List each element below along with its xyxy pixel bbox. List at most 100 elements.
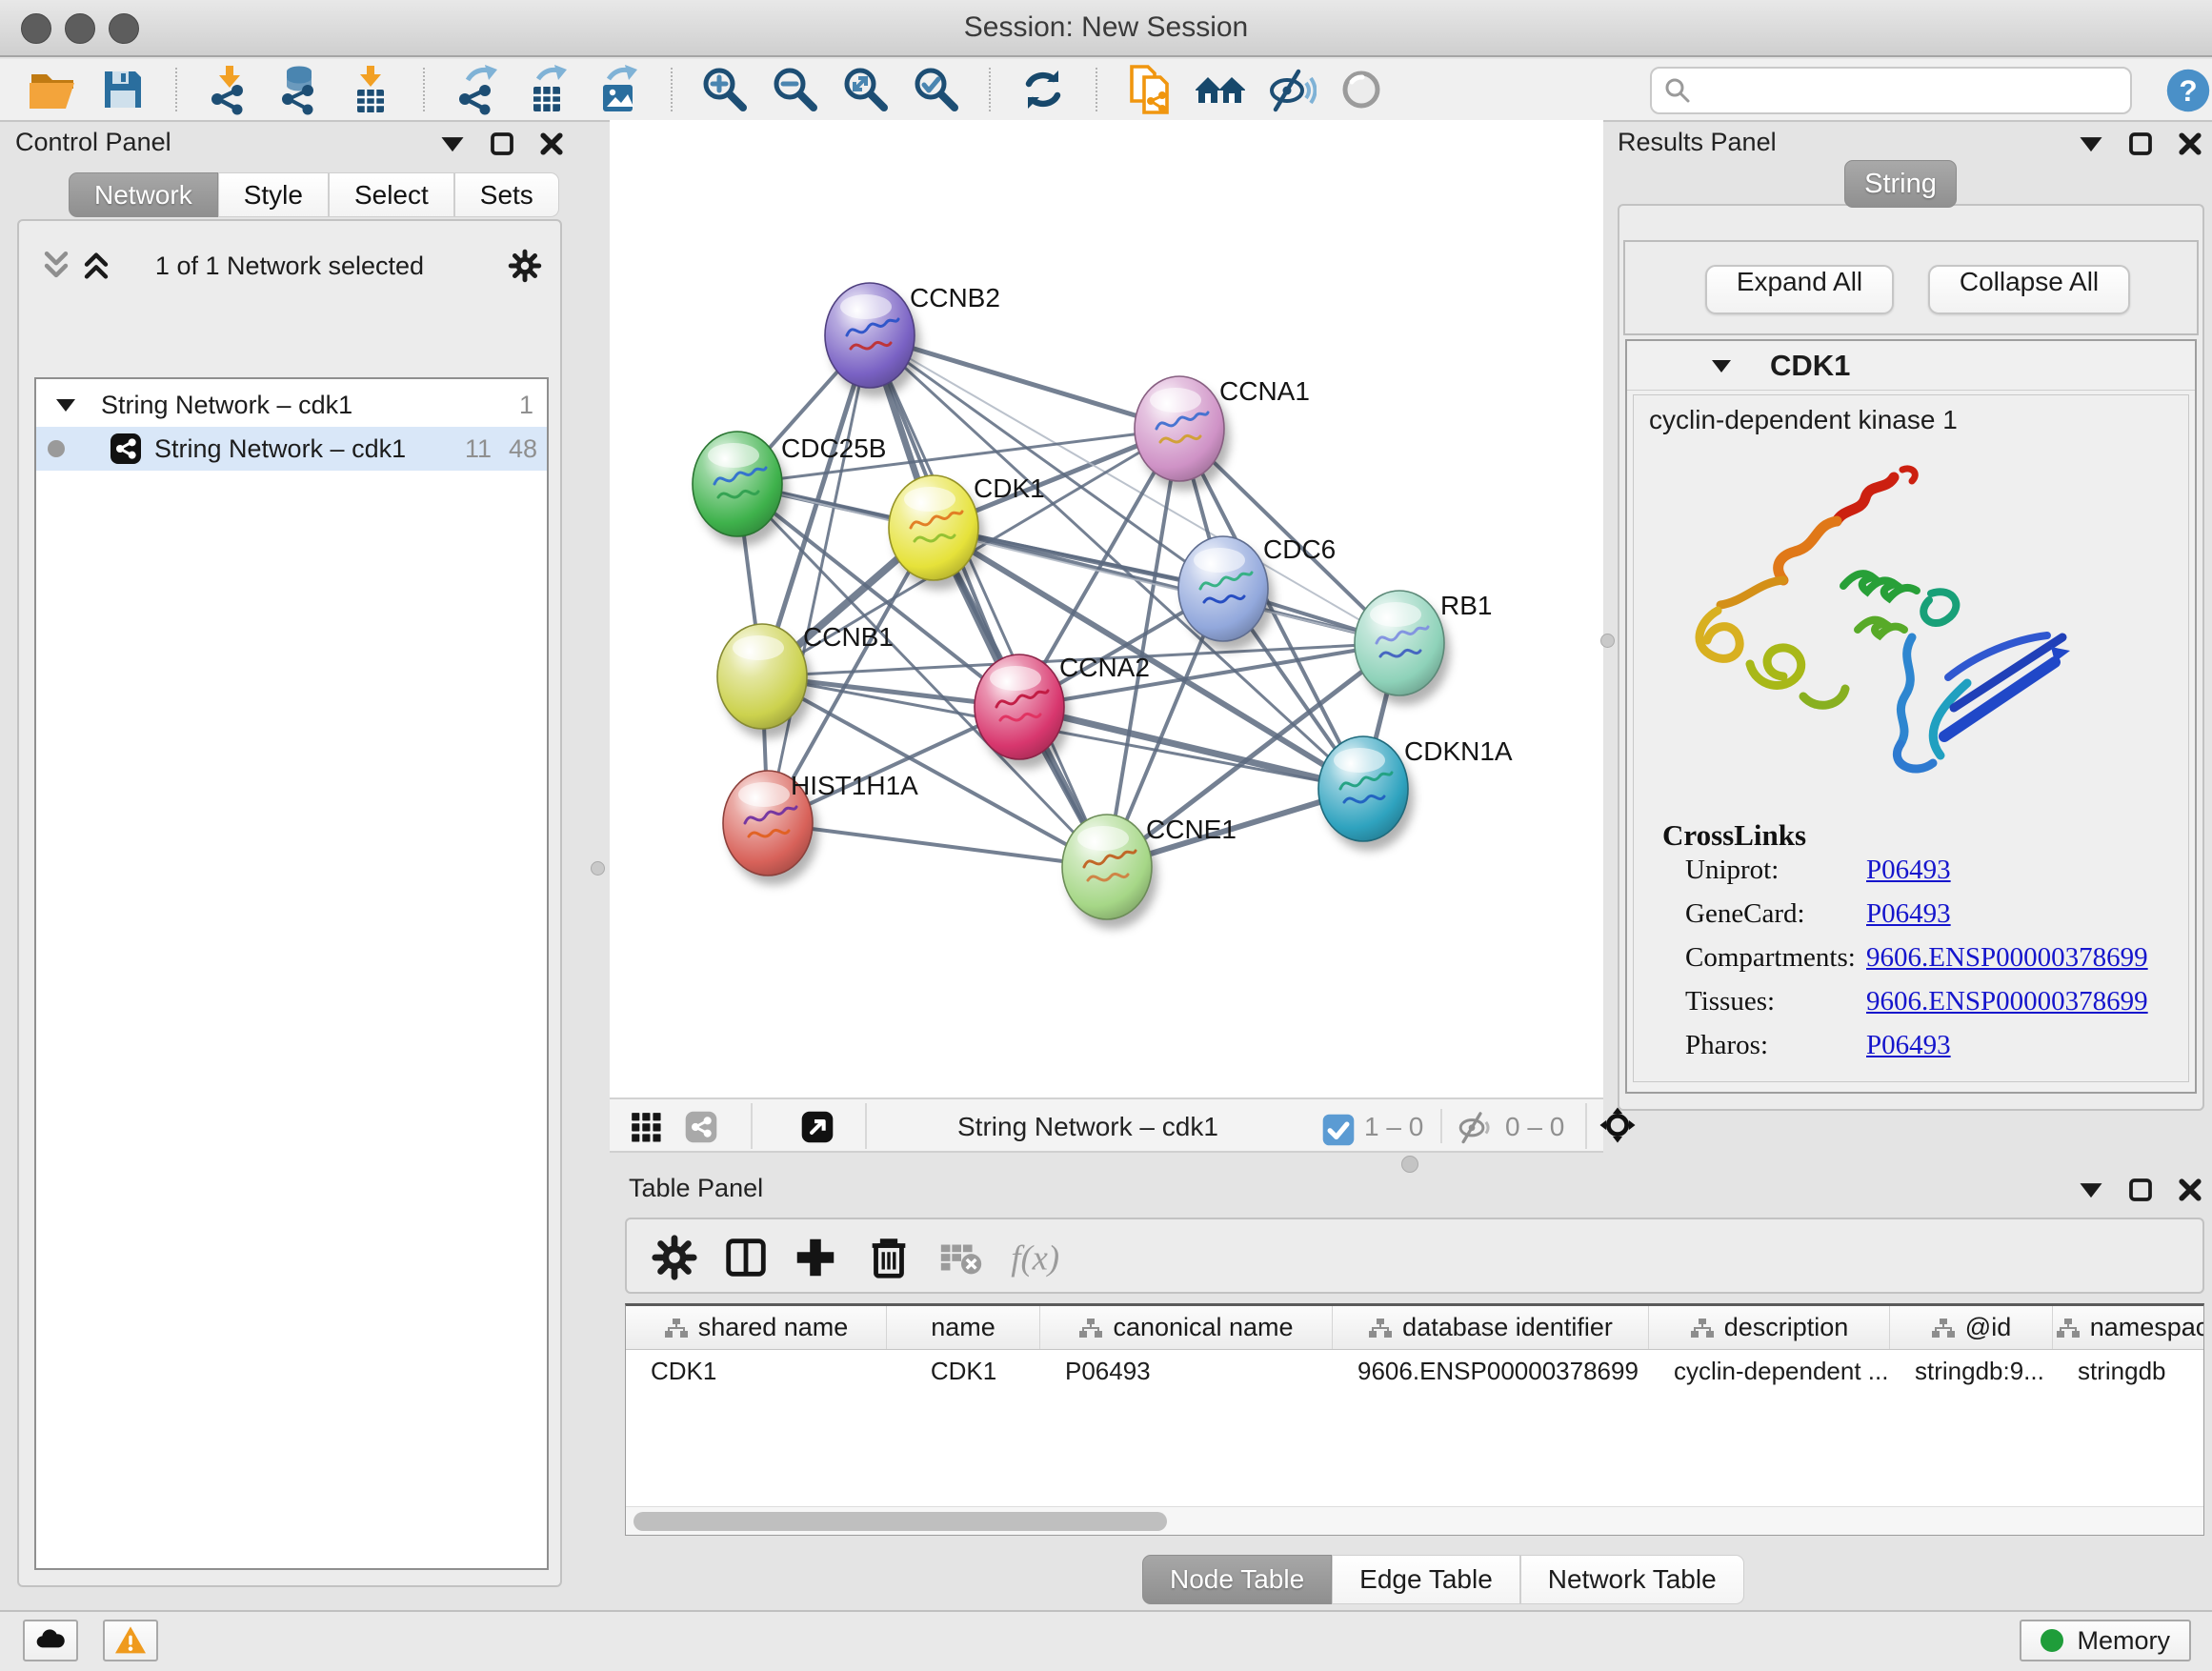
search-input[interactable] bbox=[1701, 71, 2119, 110]
node-CDC25B[interactable]: CDC25B bbox=[693, 432, 886, 546]
node-CCNB1[interactable]: CCNB1 bbox=[717, 622, 894, 738]
selected-nodes-checkbox[interactable] bbox=[1319, 1111, 1352, 1149]
tab-network-table[interactable]: Network Table bbox=[1520, 1555, 1744, 1604]
tab-style[interactable]: Style bbox=[218, 172, 329, 217]
import-network-icon[interactable] bbox=[204, 64, 255, 115]
birds-eye-view-icon[interactable] bbox=[798, 1108, 836, 1146]
collapse-all-button[interactable]: Collapse All bbox=[1928, 265, 2130, 314]
export-image-icon[interactable] bbox=[593, 64, 644, 115]
import-table-icon[interactable] bbox=[345, 64, 396, 115]
crosslink-link[interactable]: P06493 bbox=[1866, 855, 1951, 886]
results-panel-menu-icon[interactable] bbox=[2077, 130, 2105, 158]
network-graph[interactable]: CCNB2CCNA1CDC25BCDK1CDC6RB1CCNB1CCNA2CDK… bbox=[610, 120, 1603, 1097]
table-cell[interactable]: stringdb bbox=[2053, 1357, 2204, 1386]
table-cell[interactable]: 9606.ENSP00000378699 bbox=[1333, 1357, 1649, 1386]
zoom-selected-icon[interactable] bbox=[911, 64, 962, 115]
table-panel-float-icon[interactable] bbox=[2126, 1176, 2155, 1204]
crosslink-link[interactable]: P06493 bbox=[1866, 1030, 1951, 1061]
toolbar-separator bbox=[423, 68, 425, 111]
network-options-gear-icon[interactable] bbox=[507, 248, 543, 284]
edge-CCNB2-HIST1H1A[interactable] bbox=[768, 335, 870, 823]
expand-all-button[interactable]: Expand All bbox=[1705, 265, 1894, 314]
network-collection-row[interactable]: String Network – cdk1 1 bbox=[36, 383, 547, 427]
tab-network[interactable]: Network bbox=[69, 172, 218, 217]
help-button[interactable]: ? bbox=[2164, 67, 2212, 114]
clipboard-share-icon[interactable] bbox=[1124, 64, 1176, 115]
warning-status-button[interactable] bbox=[103, 1620, 158, 1661]
table-panel-close-icon[interactable] bbox=[2176, 1176, 2204, 1204]
node-CDK1[interactable]: CDK1 bbox=[889, 473, 1045, 590]
search-box[interactable] bbox=[1650, 67, 2132, 114]
crosslink-link[interactable]: 9606.ENSP00000378699 bbox=[1866, 942, 2148, 974]
import-database-icon[interactable] bbox=[274, 64, 326, 115]
export-table-icon[interactable] bbox=[522, 64, 573, 115]
crosslink-link[interactable]: P06493 bbox=[1866, 898, 1951, 930]
open-session-icon[interactable] bbox=[27, 64, 78, 115]
delete-column-icon[interactable] bbox=[864, 1233, 914, 1282]
results-panel-close-icon[interactable] bbox=[2176, 130, 2204, 158]
table-row[interactable]: CDK1CDK1P064939606.ENSP00000378699cyclin… bbox=[626, 1350, 2203, 1392]
zoom-in-icon[interactable] bbox=[699, 64, 751, 115]
cloud-status-button[interactable] bbox=[23, 1620, 78, 1661]
table-cell[interactable]: stringdb:9... bbox=[1890, 1357, 2053, 1386]
tab-string[interactable]: String bbox=[1844, 160, 1957, 208]
scrollbar-thumb[interactable] bbox=[633, 1512, 1167, 1531]
node-RB1[interactable]: RB1 bbox=[1355, 591, 1492, 705]
network-single-view-icon[interactable] bbox=[682, 1108, 720, 1146]
node-CDKN1A[interactable]: CDKN1A bbox=[1318, 736, 1513, 851]
refresh-layout-icon[interactable] bbox=[1017, 64, 1069, 115]
table-cell[interactable]: cyclin-dependent ... bbox=[1649, 1357, 1890, 1386]
add-column-icon[interactable] bbox=[791, 1233, 840, 1282]
zoom-fit-icon[interactable] bbox=[840, 64, 892, 115]
tab-select[interactable]: Select bbox=[329, 172, 454, 217]
column-header-namespace[interactable]: namespace bbox=[2053, 1306, 2204, 1349]
column-header-sharedname[interactable]: shared name bbox=[626, 1306, 887, 1349]
memory-button[interactable]: Memory bbox=[2020, 1620, 2191, 1661]
column-header-description[interactable]: description bbox=[1649, 1306, 1890, 1349]
column-header-id[interactable]: @id bbox=[1890, 1306, 2053, 1349]
node-CCNE1[interactable]: CCNE1 bbox=[1062, 815, 1237, 929]
edge-CCNA2-CDKN1A[interactable] bbox=[1019, 707, 1363, 789]
column-header-name[interactable]: name bbox=[887, 1306, 1040, 1349]
export-network-icon[interactable] bbox=[452, 64, 503, 115]
crosslink-label: Compartments: bbox=[1685, 942, 1856, 973]
home-networks-icon[interactable] bbox=[1195, 64, 1246, 115]
tab-edge-table[interactable]: Edge Table bbox=[1332, 1555, 1520, 1604]
table-cell[interactable]: CDK1 bbox=[887, 1357, 1040, 1386]
table-horizontal-scrollbar[interactable] bbox=[626, 1506, 2203, 1535]
collection-expand-icon[interactable] bbox=[53, 394, 78, 415]
table-cell[interactable]: CDK1 bbox=[626, 1357, 887, 1386]
save-session-icon[interactable] bbox=[97, 64, 149, 115]
crosslink-label: Pharos: bbox=[1685, 1030, 1768, 1060]
network-grid-view-icon[interactable] bbox=[627, 1108, 665, 1146]
show-columns-icon[interactable] bbox=[721, 1233, 771, 1282]
results-panel-title: Results Panel bbox=[1618, 128, 1777, 157]
zoom-out-icon[interactable] bbox=[770, 64, 821, 115]
node-label-CCNB2: CCNB2 bbox=[910, 283, 1000, 312]
table-panel-menu-icon[interactable] bbox=[2077, 1176, 2105, 1204]
node-CCNA1[interactable]: CCNA1 bbox=[1135, 376, 1310, 491]
edge-CCNE1-HIST1H1A[interactable] bbox=[768, 823, 1107, 867]
control-panel-float-icon[interactable] bbox=[488, 130, 516, 158]
node-CCNB2[interactable]: CCNB2 bbox=[825, 283, 1000, 397]
results-panel-float-icon[interactable] bbox=[2126, 130, 2155, 158]
node-HIST1H1A[interactable]: HIST1H1A bbox=[723, 771, 918, 885]
node-CCNA2[interactable]: CCNA2 bbox=[975, 653, 1150, 769]
hide-eye-icon[interactable] bbox=[1265, 64, 1317, 115]
crosslink-link[interactable]: 9606.ENSP00000378699 bbox=[1866, 986, 2148, 1017]
cdk1-section-header[interactable]: CDK1 bbox=[1627, 341, 2195, 391]
control-panel-menu-icon[interactable] bbox=[438, 130, 467, 158]
column-header-databaseidentifier[interactable]: database identifier bbox=[1333, 1306, 1649, 1349]
hidden-eye-icon[interactable] bbox=[1456, 1108, 1494, 1146]
network-canvas[interactable]: CCNB2CCNA1CDC25BCDK1CDC6RB1CCNB1CCNA2CDK… bbox=[610, 120, 1603, 1097]
table-cell[interactable]: P06493 bbox=[1040, 1357, 1333, 1386]
left-splitter-handle[interactable] bbox=[591, 861, 605, 876]
control-panel-close-icon[interactable] bbox=[537, 130, 566, 158]
column-header-canonicalname[interactable]: canonical name bbox=[1040, 1306, 1333, 1349]
cdk1-expand-icon[interactable] bbox=[1709, 355, 1734, 376]
network-row-selected[interactable]: String Network – cdk1 11 48 bbox=[36, 427, 547, 471]
eye-icon[interactable] bbox=[1336, 64, 1387, 115]
table-settings-icon[interactable] bbox=[650, 1233, 699, 1282]
tab-node-table[interactable]: Node Table bbox=[1142, 1555, 1332, 1604]
tab-sets[interactable]: Sets bbox=[454, 172, 559, 217]
